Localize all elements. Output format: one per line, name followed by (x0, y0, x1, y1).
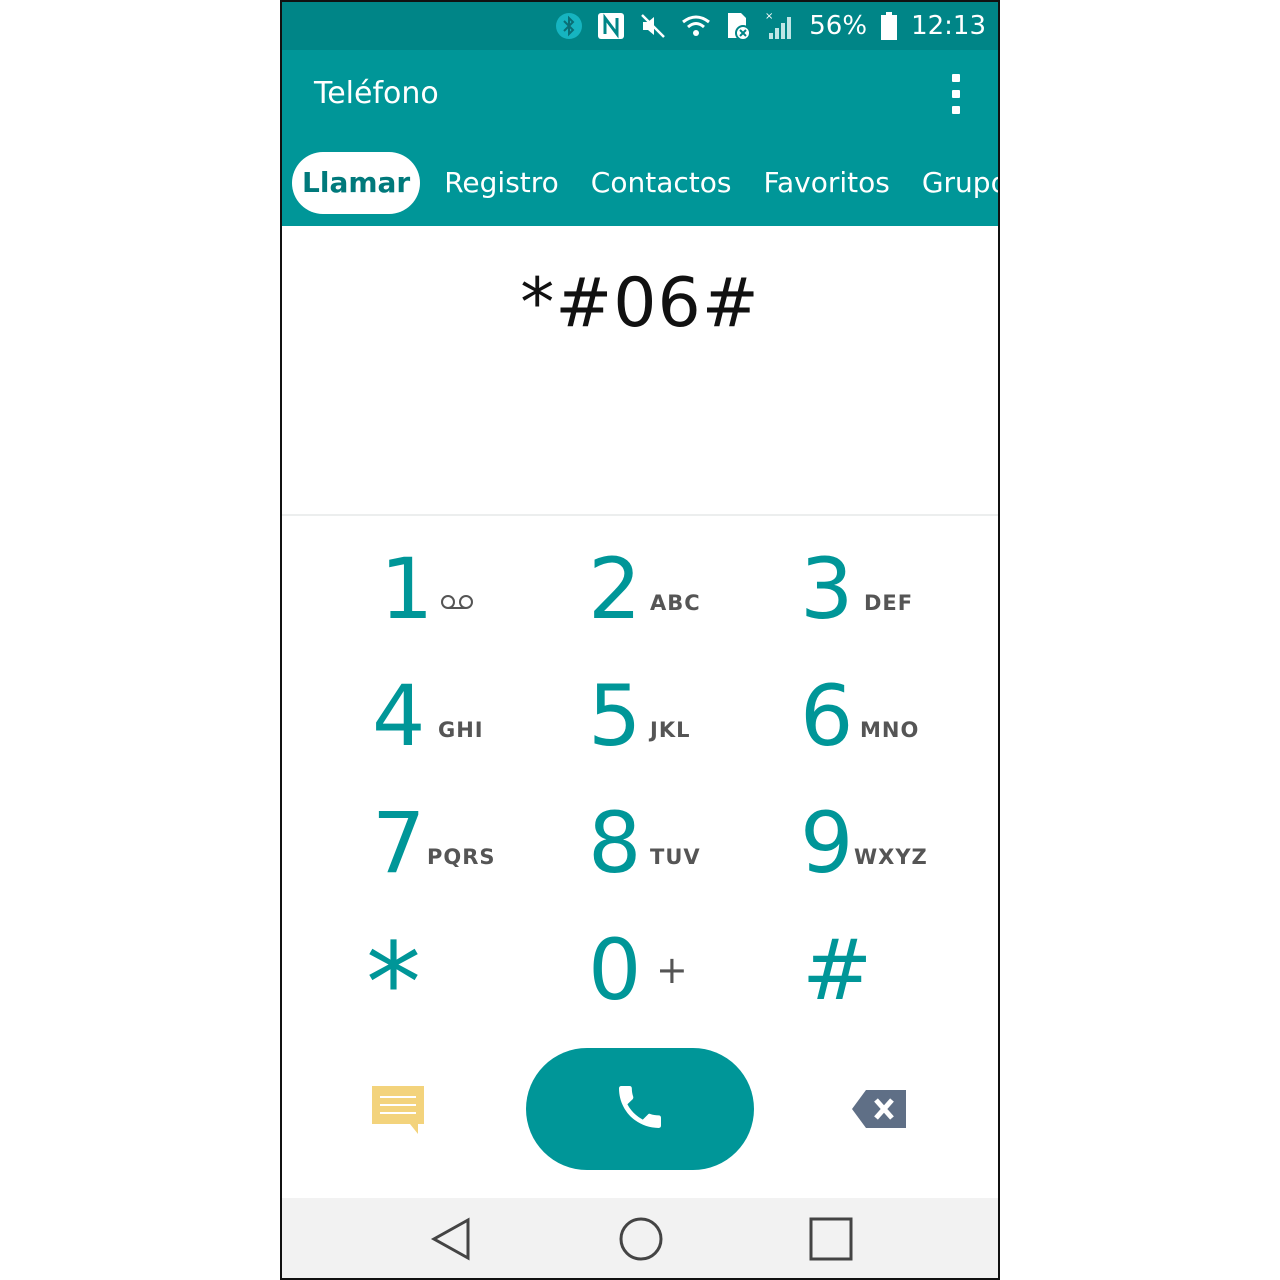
key-0[interactable]: 0 + (588, 928, 768, 1038)
key-7[interactable]: 7 PQRS (372, 801, 552, 911)
key-star[interactable]: * (366, 928, 546, 1038)
app-title: Teléfono (314, 76, 439, 111)
battery-percent: 56% (809, 11, 868, 41)
key-hash[interactable]: # (802, 928, 982, 1038)
tab-contactos[interactable]: Contactos (575, 152, 748, 214)
wifi-icon (681, 12, 711, 40)
back-icon[interactable] (428, 1214, 478, 1264)
tab-bar: Llamar Registro Contactos Favoritos Grup… (292, 150, 998, 216)
mute-icon (639, 12, 667, 40)
key-8[interactable]: 8 TUV (588, 801, 768, 911)
app-bar: Teléfono Llamar Registro Contactos Favor… (282, 50, 998, 226)
sd-card-icon (725, 11, 752, 41)
phone-screen: × 56% 12:13 Teléfono Llamar Registro Con… (280, 0, 1000, 1280)
battery-icon (881, 12, 898, 40)
more-vert-icon[interactable] (944, 74, 968, 114)
key-3[interactable]: 3 DEF (800, 547, 980, 657)
bluetooth-icon (555, 12, 583, 40)
message-icon[interactable] (368, 1082, 428, 1138)
signal-icon: × (765, 11, 795, 41)
status-bar: × 56% 12:13 (282, 2, 998, 50)
tab-registro[interactable]: Registro (428, 152, 575, 214)
tab-llamar[interactable]: Llamar (292, 152, 421, 214)
clock: 12:13 (911, 11, 986, 41)
key-2[interactable]: 2 ABC (588, 547, 768, 657)
nfc-icon (597, 12, 625, 40)
dialer-actions (282, 1042, 998, 1182)
key-4[interactable]: 4 GHI (372, 674, 552, 784)
number-display: *#06# (282, 226, 998, 516)
home-icon[interactable] (616, 1214, 666, 1264)
key-1[interactable]: 1 (372, 547, 552, 657)
backspace-icon[interactable] (850, 1086, 910, 1132)
key-6[interactable]: 6 MNO (800, 674, 980, 784)
call-button[interactable] (526, 1048, 754, 1170)
tab-grupos[interactable]: Grupos (906, 152, 998, 214)
key-9[interactable]: 9 WXYZ (800, 801, 980, 911)
key-5[interactable]: 5 JKL (588, 674, 768, 784)
dialed-number[interactable]: *#06# (282, 264, 998, 343)
tab-favoritos[interactable]: Favoritos (747, 152, 905, 214)
navigation-bar (282, 1198, 998, 1278)
voicemail-icon (440, 593, 474, 615)
recents-icon[interactable] (806, 1214, 856, 1264)
phone-icon (612, 1079, 668, 1139)
svg-text:×: × (765, 11, 773, 22)
